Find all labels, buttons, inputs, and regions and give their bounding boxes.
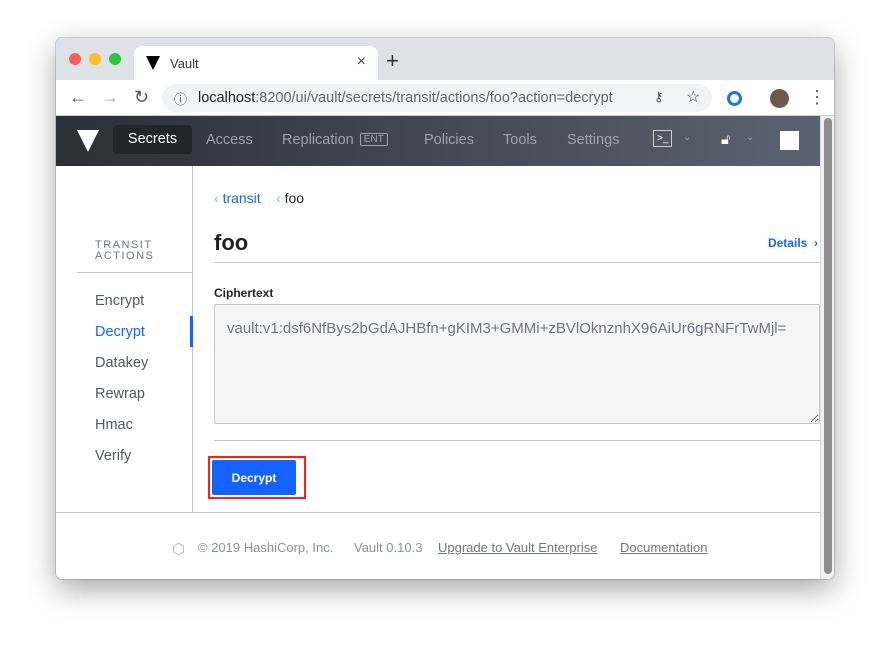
vault-logo-icon[interactable]	[77, 130, 99, 152]
key-icon[interactable]: ⚷	[654, 89, 664, 105]
browser-window: Vault × + ← → ↻ ⓘ localhost:8200/ui/vaul…	[56, 38, 834, 579]
highlight-box: Decrypt	[208, 456, 306, 499]
chevron-down-icon[interactable]: ⌄	[683, 132, 691, 143]
reload-icon[interactable]: ↻	[134, 87, 149, 108]
active-indicator	[190, 316, 193, 347]
nav-policies[interactable]: Policies	[424, 132, 474, 148]
vault-favicon-icon	[146, 56, 160, 70]
back-icon[interactable]: ←	[69, 87, 87, 108]
decrypt-button[interactable]: Decrypt	[212, 460, 296, 495]
nav-tools[interactable]: Tools	[503, 132, 537, 148]
footer: ⬡ © 2019 HashiCorp, Inc. Vault 0.10.3 Up…	[56, 512, 820, 579]
url-input[interactable]: ⓘ localhost:8200/ui/vault/secrets/transi…	[162, 84, 712, 112]
nav-replication-label: Replication	[282, 132, 354, 148]
documentation-link[interactable]: Documentation	[620, 540, 707, 555]
details-link[interactable]: Details ›	[768, 236, 818, 250]
divider	[214, 262, 820, 263]
minimize-window-button[interactable]	[89, 53, 101, 65]
page-title: foo	[214, 230, 249, 255]
url-host: localhost	[198, 90, 256, 106]
nav-settings[interactable]: Settings	[567, 132, 619, 148]
close-tab-icon[interactable]: ×	[357, 53, 366, 71]
user-icon[interactable]	[780, 131, 799, 150]
tab-bar: Vault × +	[56, 38, 834, 80]
divider	[77, 272, 193, 273]
nav-secrets[interactable]: Secrets	[113, 125, 192, 154]
vault-nav: Secrets Access Replication ENT Policies T…	[56, 116, 820, 166]
profile-avatar[interactable]	[770, 89, 789, 108]
console-icon[interactable]: >_	[653, 130, 673, 147]
sidebar-item-verify[interactable]: Verify	[95, 448, 131, 464]
chevron-down-icon[interactable]: ⌄	[746, 132, 754, 143]
sidebar-item-rewrap[interactable]: Rewrap	[95, 386, 145, 402]
sidebar-item-encrypt[interactable]: Encrypt	[95, 293, 144, 309]
ent-badge: ENT	[359, 133, 388, 146]
new-tab-icon[interactable]: +	[386, 48, 399, 74]
sidebar-item-hmac[interactable]: Hmac	[95, 417, 133, 433]
info-icon[interactable]: ⓘ	[174, 89, 187, 108]
menu-icon[interactable]: ⋮	[808, 87, 826, 108]
browser-tab[interactable]: Vault ×	[134, 46, 378, 80]
sidebar-heading: TRANSIT ACTIONS	[95, 239, 155, 262]
copyright: © 2019 HashiCorp, Inc.	[198, 540, 334, 555]
url-path: :8200/ui/vault/secrets/transit/actions/f…	[255, 90, 613, 106]
hashicorp-logo-icon: ⬡	[172, 541, 186, 558]
scrollbar-thumb[interactable]	[824, 118, 832, 574]
version: Vault 0.10.3	[354, 540, 423, 555]
sidebar: TRANSIT ACTIONS Encrypt Decrypt Datakey R…	[56, 166, 193, 512]
unlock-icon[interactable]: 🔓︎	[721, 132, 730, 148]
forward-icon[interactable]: →	[101, 87, 119, 108]
sidebar-item-decrypt[interactable]: Decrypt	[95, 324, 145, 340]
divider	[214, 440, 820, 441]
tab-title: Vault	[170, 56, 199, 71]
ciphertext-label: Ciphertext	[214, 286, 274, 300]
maximize-window-button[interactable]	[109, 53, 121, 65]
star-icon[interactable]: ☆	[686, 87, 700, 107]
address-bar-row: ← → ↻ ⓘ localhost:8200/ui/vault/secrets/…	[56, 80, 834, 116]
extension-icon[interactable]	[727, 91, 742, 106]
close-window-button[interactable]	[69, 53, 81, 65]
nav-replication[interactable]: Replication ENT	[282, 132, 388, 148]
breadcrumb-transit[interactable]: ‹ transit	[214, 190, 261, 206]
breadcrumb-current: ‹ foo	[276, 190, 305, 206]
ciphertext-input[interactable]: vault:v1:dsf6NfBys2bGdAJHBfn+gKIM3+GMMi+…	[214, 304, 820, 424]
upgrade-link[interactable]: Upgrade to Vault Enterprise	[438, 540, 597, 555]
scrollbar[interactable]	[820, 116, 834, 579]
sidebar-item-datakey[interactable]: Datakey	[95, 355, 148, 371]
nav-access[interactable]: Access	[206, 132, 253, 148]
